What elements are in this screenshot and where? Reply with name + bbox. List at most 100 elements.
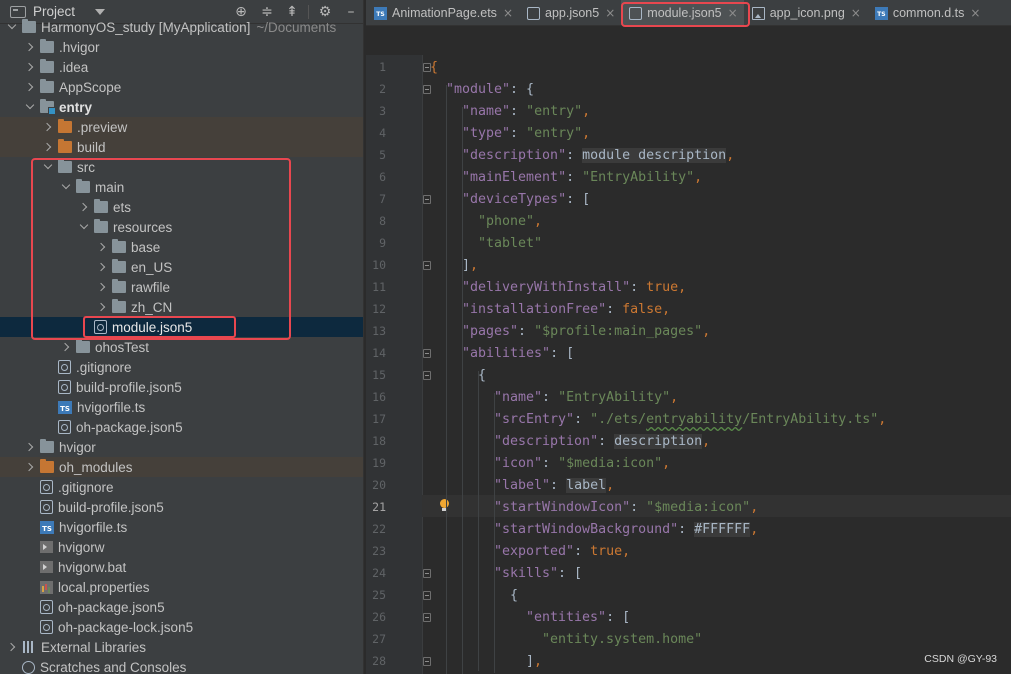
code-token: , (750, 500, 759, 515)
code-token: "tablet" (478, 236, 543, 251)
chevron-right-icon[interactable] (60, 337, 72, 357)
editor-tab[interactable]: TS AnimationPage.ets × (366, 0, 519, 25)
tree-item[interactable]: local.properties (0, 577, 363, 597)
code-token: : (574, 544, 591, 559)
tree-item[interactable]: oh-package.json5 (0, 417, 363, 437)
fold-toggle-icon[interactable] (423, 569, 431, 578)
chevron-down-icon[interactable] (24, 97, 36, 117)
code-token: , (702, 434, 711, 449)
code-line[interactable]: "name": "entry", (462, 101, 590, 123)
code-token: "$media:icon" (558, 456, 663, 471)
tree-item[interactable]: ohosTest (0, 337, 363, 357)
code-line[interactable]: "entity.system.home" (542, 629, 702, 651)
chevron-down-icon[interactable] (6, 17, 18, 37)
code-line[interactable]: "icon": "$media:icon", (494, 453, 670, 475)
code-line[interactable]: ], (526, 651, 542, 673)
code-line[interactable]: { (510, 585, 518, 607)
code-line[interactable]: "pages": "$profile:main_pages", (462, 321, 710, 343)
code-line[interactable]: "description": module description, (462, 145, 734, 167)
code-line[interactable]: "exported": true, (494, 541, 630, 563)
tree-item[interactable]: hvigorw.bat (0, 557, 363, 577)
code-line[interactable]: "description": description, (494, 431, 710, 453)
tree-item[interactable]: HarmonyOS_study [MyApplication] ~/Documen… (0, 17, 363, 37)
tree-item-label: oh-package.json5 (58, 599, 165, 615)
fold-toggle-icon[interactable] (423, 63, 431, 72)
chevron-right-icon[interactable] (6, 637, 18, 657)
code-line[interactable]: ], (462, 255, 478, 277)
tree-item-label: .hvigor (59, 39, 100, 55)
code-token: "entry" (526, 104, 583, 119)
code-line[interactable]: "startWindowIcon": "$media:icon", (494, 497, 758, 519)
close-tab-icon[interactable]: × (851, 6, 861, 20)
line-number: 24 (372, 566, 386, 580)
editor-tab[interactable]: TS common.d.ts × (867, 0, 987, 25)
code-line[interactable]: "deliveryWithInstall": true, (462, 277, 686, 299)
tree-item[interactable]: TS hvigorfile.ts (0, 517, 363, 537)
code-line[interactable]: "srcEntry": "./ets/entryability/EntryAbi… (494, 409, 886, 431)
code-line[interactable]: { (430, 57, 438, 79)
tree-item[interactable]: oh-package.json5 (0, 597, 363, 617)
code-line[interactable]: "label": label, (494, 475, 614, 497)
tree-item[interactable]: .gitignore (0, 357, 363, 377)
chevron-right-icon[interactable] (24, 437, 36, 457)
code-line[interactable]: { (478, 365, 486, 387)
tree-item[interactable]: TS hvigorfile.ts (0, 397, 363, 417)
tree-item[interactable]: .hvigor (0, 37, 363, 57)
chevron-right-icon[interactable] (24, 77, 36, 97)
tree-item[interactable]: .idea (0, 57, 363, 77)
code-token: "deliveryWithInstall" (462, 280, 631, 295)
code-editor[interactable]: { "module": {"name": "entry", "type": "ent… (366, 27, 1011, 674)
tree-item[interactable]: oh-package-lock.json5 (0, 617, 363, 637)
code-line[interactable]: "module": { (446, 79, 534, 101)
close-tab-icon[interactable]: × (605, 6, 615, 20)
code-line[interactable]: "type": "entry", (462, 123, 590, 145)
line-number: 4 (379, 126, 386, 140)
fold-toggle-icon[interactable] (423, 371, 431, 380)
tree-item[interactable]: oh_modules (0, 457, 363, 477)
tree-item[interactable]: build-profile.json5 (0, 377, 363, 397)
code-line[interactable]: "mainElement": "EntryAbility", (462, 167, 702, 189)
fold-toggle-icon[interactable] (423, 613, 431, 622)
tree-item[interactable]: build-profile.json5 (0, 497, 363, 517)
code-line[interactable]: "startWindowBackground": #FFFFFF, (494, 519, 758, 541)
code-line[interactable]: "phone", (478, 211, 542, 233)
excluded-folder-icon (58, 139, 72, 153)
tree-item[interactable]: entry (0, 97, 363, 117)
editor-tab[interactable]: app_icon.png × (744, 0, 867, 25)
line-number: 20 (372, 478, 386, 492)
fold-toggle-icon[interactable] (423, 195, 431, 204)
close-tab-icon[interactable]: × (503, 6, 513, 20)
close-tab-icon[interactable]: × (970, 6, 980, 20)
fold-toggle-icon[interactable] (423, 349, 431, 358)
code-line[interactable]: "skills": [ (494, 563, 582, 585)
editor-tab[interactable]: app.json5 × (519, 0, 621, 25)
tree-item[interactable]: Scratches and Consoles (0, 657, 363, 674)
lightbulb-icon[interactable] (439, 499, 450, 513)
code-line[interactable]: "tablet" (478, 233, 542, 255)
project-panel: Project ⊕ ≑ ⇞ ⚙ – HarmonyOS_study [MyApp… (0, 0, 363, 674)
tree-item[interactable]: build (0, 137, 363, 157)
tree-item[interactable]: .gitignore (0, 477, 363, 497)
tree-item[interactable]: .preview (0, 117, 363, 137)
line-number: 10 (372, 258, 386, 272)
code-line[interactable]: "name": "EntryAbility", (494, 387, 678, 409)
chevron-right-icon[interactable] (24, 457, 36, 477)
code-line[interactable]: "deviceTypes": [ (462, 189, 590, 211)
fold-toggle-icon[interactable] (423, 657, 431, 666)
fold-toggle-icon[interactable] (423, 85, 431, 94)
code-line[interactable]: "abilities": [ (462, 343, 574, 365)
fold-toggle-icon[interactable] (423, 591, 431, 600)
project-view-dropdown-icon[interactable] (95, 8, 106, 15)
chevron-right-icon[interactable] (42, 117, 54, 137)
tree-item[interactable]: External Libraries (0, 637, 363, 657)
tree-item[interactable]: AppScope (0, 77, 363, 97)
chevron-right-icon[interactable] (24, 57, 36, 77)
chevron-right-icon[interactable] (42, 137, 54, 157)
code-line[interactable]: "entities": [ (526, 607, 630, 629)
config-file-icon (40, 480, 53, 494)
fold-toggle-icon[interactable] (423, 261, 431, 270)
tree-item[interactable]: hvigor (0, 437, 363, 457)
chevron-right-icon[interactable] (24, 37, 36, 57)
tree-item[interactable]: hvigorw (0, 537, 363, 557)
code-line[interactable]: "installationFree": false, (462, 299, 670, 321)
